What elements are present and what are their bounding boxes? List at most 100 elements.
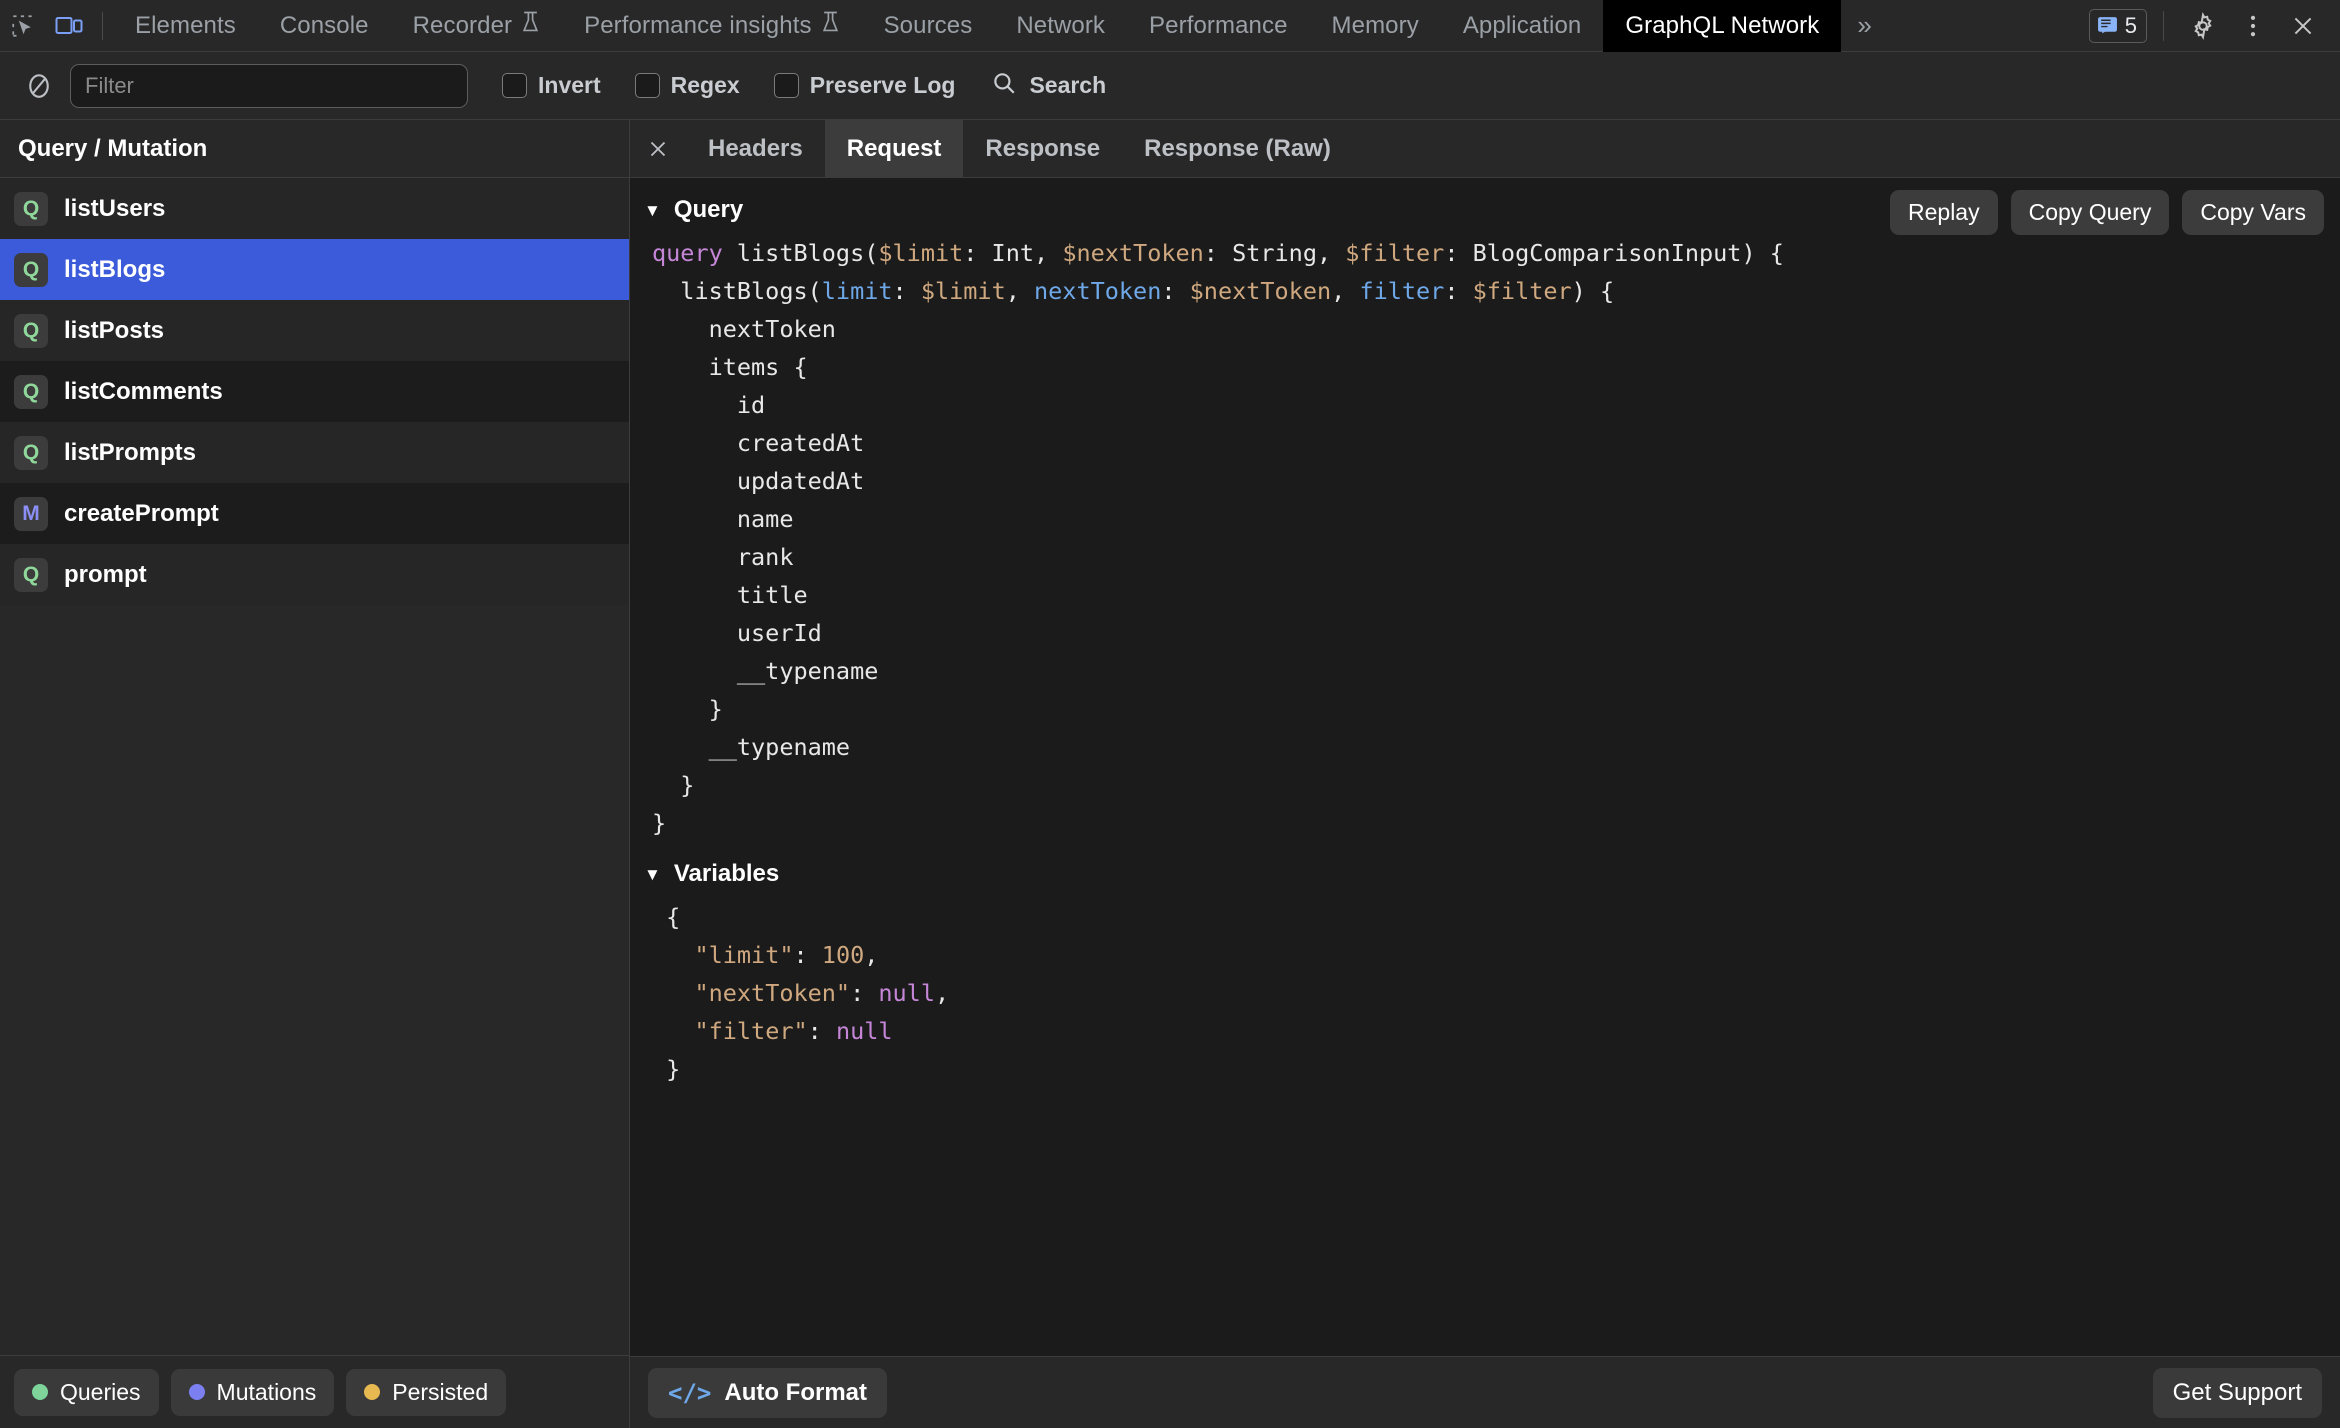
device-toolbar-icon[interactable] bbox=[46, 6, 92, 46]
detail-tab-response-raw-[interactable]: Response (Raw) bbox=[1122, 120, 1353, 177]
request-content: ▼ Query Replay Copy Query Copy Vars query … bbox=[630, 178, 2340, 1356]
detail-tab-response[interactable]: Response bbox=[963, 120, 1122, 177]
query-list-item-listBlogs[interactable]: QlistBlogs bbox=[0, 239, 629, 300]
regex-checkbox-box[interactable] bbox=[634, 73, 660, 98]
preserve-log-label: Preserve Log bbox=[809, 72, 956, 98]
code-token: updatedAt bbox=[652, 467, 865, 495]
devtools-tab-graphql-network[interactable]: GraphQL Network bbox=[1603, 0, 1842, 52]
devtools-tab-console[interactable]: Console bbox=[258, 0, 391, 52]
close-devtools-icon[interactable] bbox=[2280, 4, 2326, 48]
console-messages-badge[interactable]: 5 bbox=[2088, 8, 2147, 43]
query-section-title: Query bbox=[673, 196, 744, 223]
get-support-button[interactable]: Get Support bbox=[2152, 1367, 2322, 1418]
devtools-tab-performance[interactable]: Performance bbox=[1127, 0, 1310, 52]
query-list-item-prompt[interactable]: Qprompt bbox=[0, 544, 629, 605]
invert-checkbox-box[interactable] bbox=[502, 73, 527, 98]
code-token: createdAt bbox=[652, 429, 865, 457]
code-token: nextToken bbox=[1034, 277, 1162, 305]
code-token: id bbox=[652, 391, 766, 419]
main-body: Query / Mutation QlistUsers QlistBlogs Qli… bbox=[0, 120, 2340, 1428]
copy-query-button[interactable]: Copy Query bbox=[2010, 190, 2170, 235]
code-token: : String, bbox=[1203, 239, 1346, 267]
code-token: { bbox=[652, 903, 681, 931]
filter-input[interactable] bbox=[70, 63, 468, 108]
query-code: query listBlogs($limit: Int, $nextToken:… bbox=[630, 234, 2340, 842]
regex-label: Regex bbox=[670, 72, 740, 98]
code-token: : BlogComparisonInput) { bbox=[1444, 239, 1784, 267]
query-list-item-label: listPrompts bbox=[64, 438, 197, 466]
chevron-down-icon[interactable]: ▼ bbox=[644, 202, 661, 219]
code-token: $nextToken bbox=[1062, 239, 1204, 267]
code-token: null bbox=[878, 979, 935, 1007]
query-list-item-label: createPrompt bbox=[64, 499, 219, 527]
code-token: 100 bbox=[821, 941, 865, 969]
code-token: : Int, bbox=[963, 239, 1063, 267]
code-token: : bbox=[850, 979, 879, 1007]
query-list-item-listPosts[interactable]: QlistPosts bbox=[0, 300, 629, 361]
code-token: $filter bbox=[1472, 277, 1572, 305]
replay-button[interactable]: Replay bbox=[1890, 190, 1998, 235]
query-list-item-label: listUsers bbox=[64, 194, 166, 222]
query-action-buttons: Replay Copy Query Copy Vars bbox=[1890, 190, 2324, 235]
operation-type-badge: Q bbox=[14, 191, 48, 226]
code-token: , bbox=[1331, 277, 1360, 305]
invert-checkbox[interactable]: Invert bbox=[502, 72, 601, 99]
code-token: userId bbox=[652, 619, 822, 647]
devtools-tab-label: Network bbox=[1016, 11, 1106, 39]
query-list-item-createPrompt[interactable]: McreatePrompt bbox=[0, 483, 629, 544]
more-tabs-icon[interactable]: » bbox=[1841, 0, 1887, 52]
devtools-tab-memory[interactable]: Memory bbox=[1310, 0, 1441, 52]
devtools-tab-recorder[interactable]: Recorder bbox=[391, 0, 563, 52]
devtools-tab-label: Sources bbox=[883, 11, 973, 39]
devtools-tab-label: Recorder bbox=[412, 11, 513, 39]
code-token: : bbox=[892, 277, 921, 305]
devtools-tab-performance-insights[interactable]: Performance insights bbox=[562, 0, 861, 52]
query-list-item-listUsers[interactable]: QlistUsers bbox=[0, 178, 629, 239]
devtools-tab-application[interactable]: Application bbox=[1441, 0, 1604, 52]
legend-label: Mutations bbox=[216, 1378, 317, 1405]
query-section-header[interactable]: ▼ Query Replay Copy Query Copy Vars bbox=[630, 178, 2340, 235]
code-token: $nextToken bbox=[1189, 277, 1332, 305]
devtools-tab-sources[interactable]: Sources bbox=[862, 0, 995, 52]
legend-mutations[interactable]: Mutations bbox=[170, 1368, 335, 1416]
devtools-tab-network[interactable]: Network bbox=[994, 0, 1127, 52]
search-button[interactable]: Search bbox=[991, 70, 1106, 102]
inspect-element-icon[interactable] bbox=[0, 6, 46, 46]
code-token: __typename bbox=[652, 657, 879, 685]
auto-format-button[interactable]: </> Auto Format bbox=[648, 1367, 888, 1418]
code-token: null bbox=[835, 1017, 893, 1045]
more-options-icon[interactable] bbox=[2230, 4, 2276, 48]
query-list-item-listPrompts[interactable]: QlistPrompts bbox=[0, 422, 629, 483]
query-list-item-listComments[interactable]: QlistComments bbox=[0, 361, 629, 422]
detail-tab-request[interactable]: Request bbox=[824, 120, 964, 177]
code-token: $filter bbox=[1345, 239, 1445, 267]
code-token: "nextToken" bbox=[694, 979, 851, 1007]
code-icon: </> bbox=[668, 1378, 712, 1407]
console-message-count: 5 bbox=[2124, 12, 2137, 38]
variables-section-header[interactable]: ▼ Variables bbox=[630, 842, 2340, 898]
preserve-log-checkbox-box[interactable] bbox=[773, 73, 799, 98]
devtools-tab-elements[interactable]: Elements bbox=[113, 0, 258, 52]
code-token: , bbox=[864, 941, 879, 969]
gear-icon[interactable] bbox=[2180, 4, 2226, 48]
devtools-window: Elements Console Recorder Performance insig… bbox=[0, 0, 2340, 1428]
chevron-down-icon-variables[interactable]: ▼ bbox=[644, 866, 661, 883]
operation-type-badge: Q bbox=[14, 313, 48, 348]
clear-icon[interactable] bbox=[18, 65, 60, 107]
preserve-log-checkbox[interactable]: Preserve Log bbox=[773, 72, 956, 99]
detail-tab-list: Headers Request Response Response (Raw) bbox=[630, 120, 2340, 178]
regex-checkbox[interactable]: Regex bbox=[634, 72, 740, 99]
auto-format-label: Auto Format bbox=[724, 1378, 868, 1406]
legend-queries[interactable]: Queries bbox=[14, 1368, 159, 1416]
detail-tab-headers[interactable]: Headers bbox=[686, 120, 825, 177]
legend-persisted[interactable]: Persisted bbox=[346, 1368, 507, 1416]
experiment-flask-icon bbox=[521, 10, 540, 41]
code-token: limit bbox=[821, 277, 893, 305]
copy-vars-button[interactable]: Copy Vars bbox=[2182, 190, 2324, 235]
close-detail-icon[interactable] bbox=[630, 120, 686, 177]
devtools-tab-label: GraphQL Network bbox=[1625, 11, 1820, 39]
search-label: Search bbox=[1029, 72, 1107, 98]
devtools-tab-label: Elements bbox=[135, 11, 236, 39]
